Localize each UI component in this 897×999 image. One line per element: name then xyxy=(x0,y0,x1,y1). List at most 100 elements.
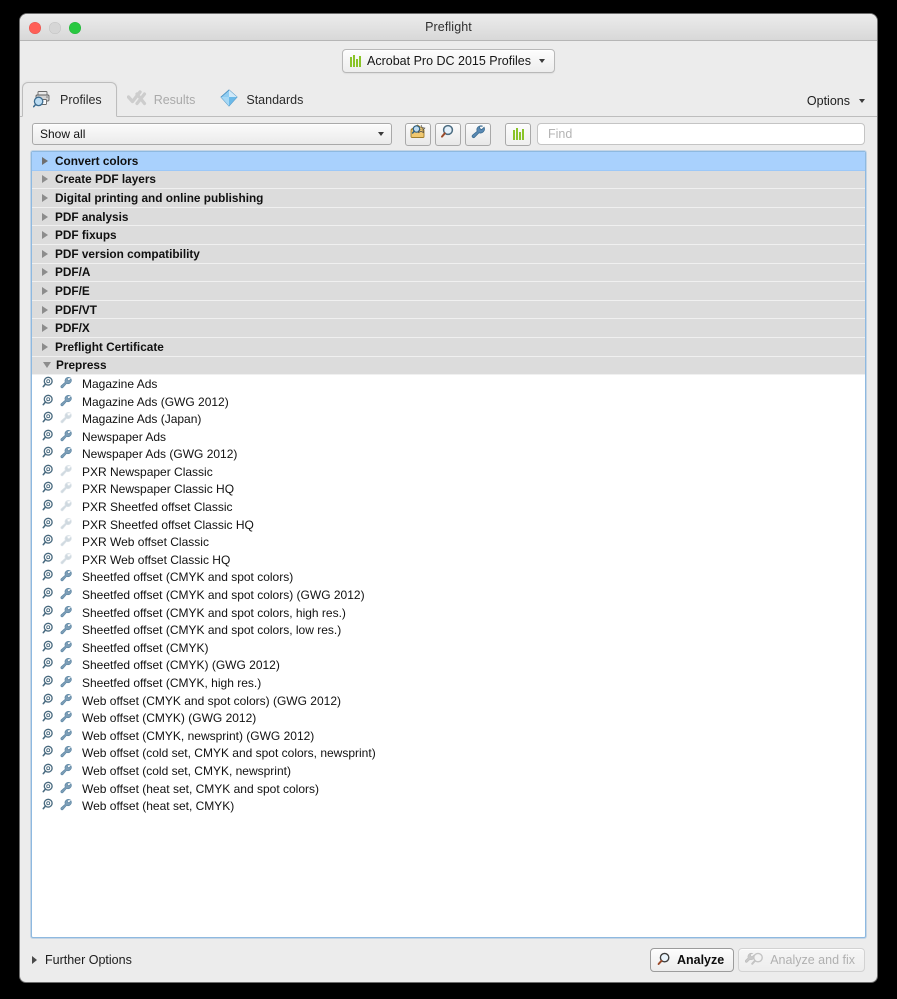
zoom-button[interactable] xyxy=(69,22,81,34)
profile-row[interactable]: Sheetfed offset (CMYK) xyxy=(32,639,865,657)
magnifier-icon xyxy=(42,552,56,568)
green-bars-icon xyxy=(350,54,362,67)
printer-magnifier-icon xyxy=(32,88,53,111)
category-row[interactable]: Prepress xyxy=(32,356,865,376)
wrench-icon xyxy=(59,587,73,603)
analyze-and-fix-button[interactable]: Analyze and fix xyxy=(738,948,865,972)
profile-row[interactable]: PXR Sheetfed offset Classic HQ xyxy=(32,515,865,534)
category-label: PDF/A xyxy=(55,265,91,280)
new-profile-button[interactable] xyxy=(405,122,431,146)
profile-row[interactable]: Sheetfed offset (CMYK and spot colors, l… xyxy=(32,621,865,640)
close-button[interactable] xyxy=(29,22,41,34)
tab-results-label: Results xyxy=(153,92,196,107)
category-row[interactable]: PDF version compatibility xyxy=(32,244,865,264)
profile-row[interactable]: Sheetfed offset (CMYK and spot colors, h… xyxy=(32,603,865,622)
triangle-right-icon xyxy=(42,193,48,202)
profiles-list[interactable]: Convert colors Create PDF layers Digital p… xyxy=(32,152,865,937)
category-row[interactable]: Create PDF layers xyxy=(32,170,865,190)
profile-label: Newspaper Ads xyxy=(82,429,167,444)
find-field-wrapper[interactable] xyxy=(537,123,865,145)
profile-row[interactable]: Web offset (heat set, CMYK) xyxy=(32,797,865,815)
chevron-down-icon xyxy=(378,132,384,136)
profile-label: Sheetfed offset (CMYK) (GWG 2012) xyxy=(82,658,280,673)
filter-dropdown[interactable]: Show all xyxy=(32,123,392,145)
profile-set-button[interactable] xyxy=(505,122,531,146)
search-input[interactable] xyxy=(546,126,864,142)
profile-row[interactable]: Magazine Ads (Japan) xyxy=(32,410,865,428)
category-label: Preflight Certificate xyxy=(55,339,164,354)
analyze-label: Analyze xyxy=(676,953,725,967)
profile-row[interactable]: PXR Newspaper Classic xyxy=(32,463,865,481)
inspect-button[interactable] xyxy=(435,122,461,146)
profile-row[interactable]: Magazine Ads (GWG 2012) xyxy=(32,392,865,411)
profile-set-dropdown[interactable]: Acrobat Pro DC 2015 Profiles xyxy=(342,48,555,73)
profile-row[interactable]: Newspaper Ads (GWG 2012) xyxy=(32,445,865,464)
profile-row[interactable]: PXR Newspaper Classic HQ xyxy=(32,480,865,499)
profile-row-icons xyxy=(42,622,73,638)
further-options-toggle[interactable]: Further Options xyxy=(32,953,132,967)
category-label: PDF analysis xyxy=(55,209,129,224)
profile-row[interactable]: Web offset (heat set, CMYK and spot colo… xyxy=(32,779,865,798)
profile-row-icons xyxy=(42,605,73,621)
window-title: Preflight xyxy=(425,20,472,34)
category-row[interactable]: PDF/VT xyxy=(32,300,865,320)
profiles-toolbar: Show all xyxy=(20,117,877,151)
wrench-icon xyxy=(59,622,73,638)
profile-row-icons xyxy=(42,534,73,550)
magnifier-icon xyxy=(42,499,56,515)
profile-row-icons xyxy=(42,798,73,814)
triangle-right-icon xyxy=(42,156,48,165)
magnifier-icon xyxy=(42,622,56,638)
profile-row[interactable]: Magazine Ads xyxy=(32,375,865,393)
profile-row[interactable]: Web offset (cold set, CMYK and spot colo… xyxy=(32,744,865,763)
category-row[interactable]: PDF/A xyxy=(32,263,865,283)
category-label: Convert colors xyxy=(55,153,139,168)
profile-row[interactable]: Sheetfed offset (CMYK and spot colors) (… xyxy=(32,586,865,604)
tab-profiles-label: Profiles xyxy=(60,92,102,107)
tab-profiles[interactable]: Profiles xyxy=(22,82,117,117)
analyze-button[interactable]: Analyze xyxy=(649,948,735,972)
profile-row[interactable]: Web offset (cold set, CMYK, newsprint) xyxy=(32,762,865,780)
profile-row[interactable]: Web offset (CMYK, newsprint) (GWG 2012) xyxy=(32,727,865,745)
category-row[interactable]: Preflight Certificate xyxy=(32,337,865,357)
category-row[interactable]: PDF analysis xyxy=(32,207,865,227)
profile-row[interactable]: PXR Sheetfed offset Classic xyxy=(32,498,865,516)
magnifier-icon xyxy=(42,657,56,673)
tab-standards[interactable]: Standards xyxy=(209,83,317,116)
profile-row-icons xyxy=(42,763,73,779)
triangle-right-icon xyxy=(42,268,48,277)
category-row[interactable]: Convert colors xyxy=(32,152,865,171)
fixup-button[interactable] xyxy=(465,122,491,146)
profile-row-icons xyxy=(42,657,73,673)
profile-row[interactable]: PXR Web offset Classic HQ xyxy=(32,551,865,569)
profiles-list-panel: Convert colors Create PDF layers Digital p… xyxy=(31,151,866,938)
wrench-icon xyxy=(59,517,73,533)
profile-row[interactable]: Sheetfed offset (CMYK and spot colors) xyxy=(32,568,865,587)
category-row[interactable]: PDF/X xyxy=(32,319,865,338)
wrench-icon xyxy=(59,376,73,392)
wrench-icon xyxy=(59,763,73,779)
profile-row[interactable]: Newspaper Ads xyxy=(32,427,865,446)
profile-row-icons xyxy=(42,781,73,797)
minimize-button[interactable] xyxy=(49,22,61,34)
profile-row[interactable]: Sheetfed offset (CMYK) (GWG 2012) xyxy=(32,656,865,675)
magnifier-icon xyxy=(42,517,56,533)
profile-row[interactable]: Sheetfed offset (CMYK, high res.) xyxy=(32,674,865,692)
profile-label: Magazine Ads (Japan) xyxy=(82,412,202,427)
profile-row[interactable]: Web offset (CMYK and spot colors) (GWG 2… xyxy=(32,691,865,710)
profile-label: Sheetfed offset (CMYK and spot colors, h… xyxy=(82,605,346,620)
tab-results[interactable]: Results xyxy=(117,83,210,116)
category-row[interactable]: PDF fixups xyxy=(32,226,865,245)
profile-row-icons xyxy=(42,499,73,515)
profile-row[interactable]: Web offset (CMYK) (GWG 2012) xyxy=(32,709,865,727)
options-menu-button[interactable]: Options xyxy=(807,94,865,108)
category-row[interactable]: PDF/E xyxy=(32,282,865,301)
category-label: PDF fixups xyxy=(55,228,117,243)
triangle-right-icon xyxy=(42,249,48,258)
profile-row-icons xyxy=(42,640,73,656)
options-label: Options xyxy=(806,94,850,108)
profile-row[interactable]: PXR Web offset Classic xyxy=(32,533,865,552)
profile-row-icons xyxy=(42,464,73,480)
category-row[interactable]: Digital printing and online publishing xyxy=(32,189,865,208)
profile-label: PXR Newspaper Classic HQ xyxy=(82,482,235,497)
